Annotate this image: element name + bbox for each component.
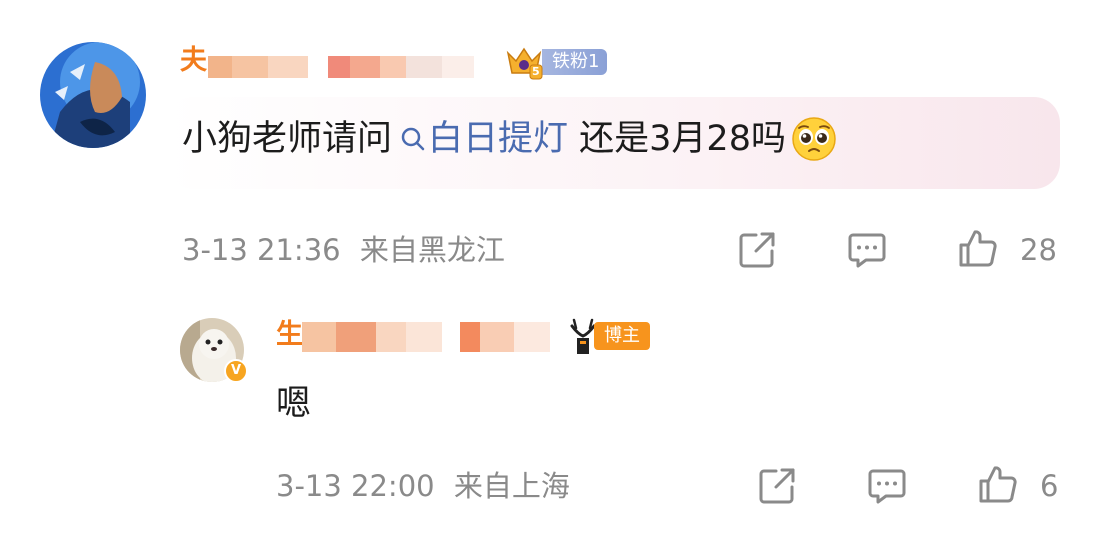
like-icon[interactable] (977, 463, 1019, 505)
like-icon[interactable] (957, 227, 999, 269)
like-count: 28 (1020, 233, 1057, 267)
comment-username[interactable]: 夫 (180, 46, 207, 76)
share-icon[interactable] (756, 465, 798, 507)
search-icon (401, 127, 425, 151)
reply-username[interactable]: 生 (276, 320, 303, 350)
verified-badge: V (224, 359, 248, 383)
username-initial: 生 (276, 319, 303, 350)
username-initial: 夫 (180, 45, 207, 76)
topic-link-label: 白日提灯 (428, 119, 569, 159)
pleading-face-emoji (790, 115, 838, 163)
topic-link[interactable]: 白日提灯 (398, 114, 568, 164)
comment-time: 3-13 21:36 (182, 233, 341, 267)
like-count: 6 (1040, 469, 1059, 503)
comment-text: 小狗老师请问 白日提灯 还是3月28吗 (182, 114, 838, 164)
comment-body: 小狗老师请问 (182, 119, 393, 159)
comment-icon[interactable] (846, 229, 888, 271)
share-icon[interactable] (736, 229, 778, 271)
blogger-badge: 博主 (568, 316, 650, 356)
username-redacted (302, 322, 550, 352)
avatar[interactable] (40, 42, 146, 148)
comment-location: 来自黑龙江 (359, 233, 505, 267)
comment-body-suffix: 还是3月28吗 (568, 119, 786, 159)
username-redacted (208, 56, 474, 78)
reply-time: 3-13 22:00 (276, 469, 435, 503)
comment-meta: 3-13 21:36 来自黑龙江 (182, 232, 505, 268)
crown-icon: 5 (504, 43, 544, 81)
reply-meta: 3-13 22:00 来自上海 (276, 468, 570, 504)
fan-level: 5 (532, 65, 540, 78)
fan-badge-label: 铁粉1 (542, 49, 608, 75)
comment-icon[interactable] (866, 465, 908, 507)
blogger-badge-label: 博主 (594, 322, 650, 350)
reply-text: 嗯 (276, 384, 312, 424)
reply-location: 来自上海 (453, 469, 570, 503)
fan-badge: 5 铁粉1 (504, 43, 608, 81)
verified-mark: V (230, 363, 242, 378)
